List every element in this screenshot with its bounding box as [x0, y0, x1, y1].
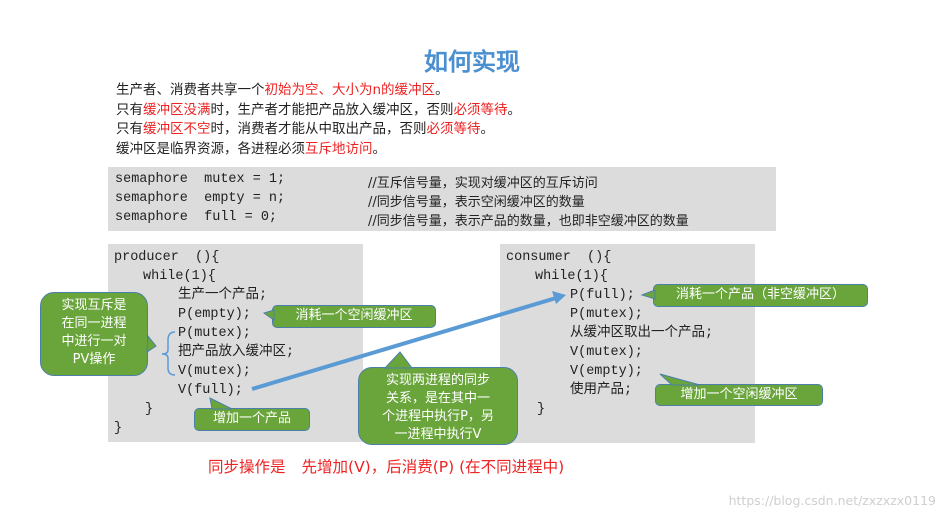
callout-line: PV操作	[72, 352, 116, 367]
callout-line: 实现两进程的同步	[385, 373, 490, 388]
callout-line: 实现互斥是	[61, 298, 127, 313]
bracket-icon	[161, 331, 176, 376]
callout-consume-product: 消耗一个产品（非空缓冲区）	[653, 284, 868, 307]
callout-add-product: 增加一个产品	[194, 408, 310, 431]
callout-line: 个进程中执行P，另	[382, 409, 494, 424]
arrow-head-icon	[552, 291, 566, 304]
callout-consume-empty: 消耗一个空闲缓冲区	[272, 305, 436, 328]
callout-add-empty: 增加一个空闲缓冲区	[655, 384, 823, 406]
callout-line: 一进程中执行V	[394, 427, 482, 442]
callout-line: 中进行一对	[61, 334, 127, 349]
callout-mutex-pair: 实现互斥是 在同一进程 中进行一对 PV操作	[40, 292, 148, 376]
callout-line: 关系，是在其中一	[385, 391, 490, 406]
callout-sync-relation: 实现两进程的同步 关系，是在其中一 个进程中执行P，另 一进程中执行V	[358, 367, 518, 445]
callout-line: 在同一进程	[61, 316, 127, 331]
